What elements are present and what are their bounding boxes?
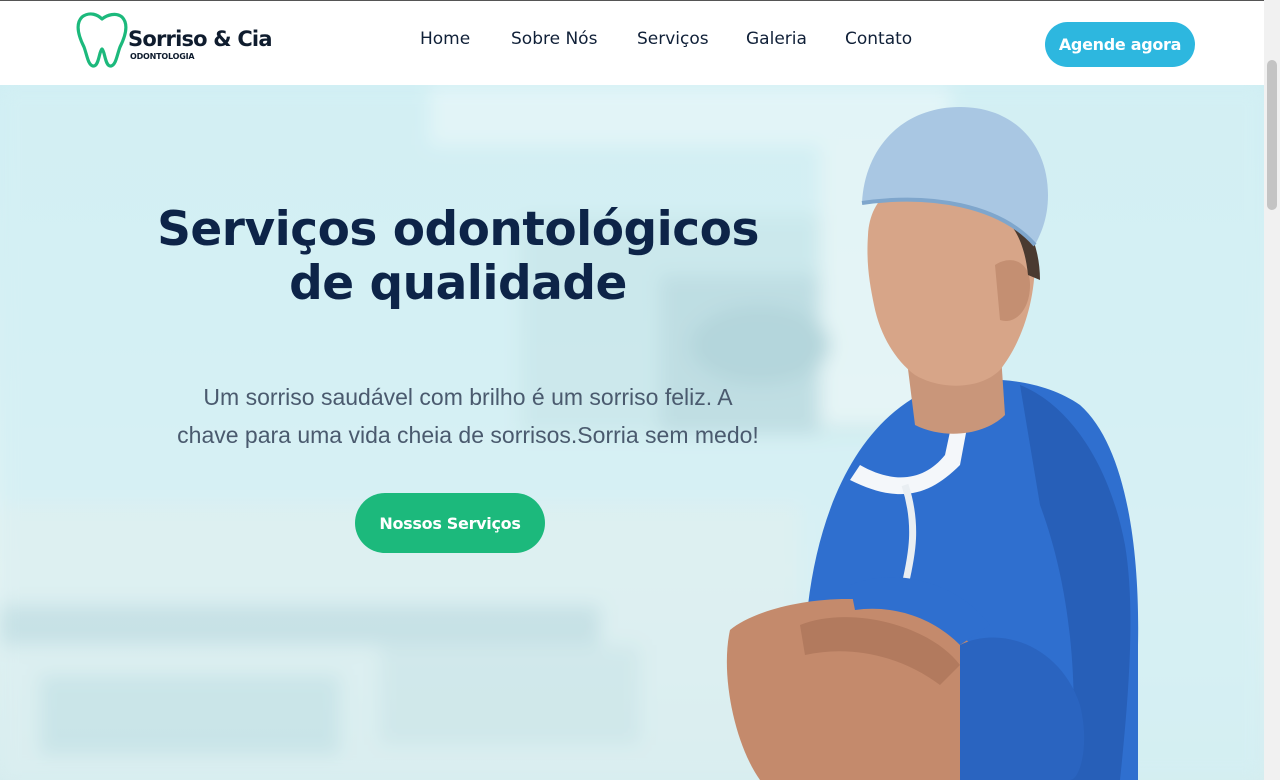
brand-name: Sorriso & Cia — [128, 27, 273, 51]
nav-servicos[interactable]: Serviços — [637, 29, 709, 49]
nav-contato[interactable]: Contato — [845, 29, 912, 49]
nav-home[interactable]: Home — [420, 29, 470, 49]
brand-logo[interactable]: Sorriso & Cia ODONTOLOGIA — [74, 11, 274, 69]
scrollbar-thumb[interactable] — [1267, 60, 1277, 210]
site-header: Sorriso & Cia ODONTOLOGIA Home Sobre Nós… — [0, 0, 1264, 85]
our-services-button[interactable]: Nossos Serviços — [355, 493, 545, 553]
hero-title-line2: de qualidade — [289, 256, 627, 311]
hero-title: Serviços odontológicos de qualidade — [100, 203, 816, 311]
page-scrollbar[interactable] — [1264, 0, 1280, 780]
hero-description: Um sorriso saudável com brilho é um sorr… — [120, 378, 816, 454]
brand-subtitle: ODONTOLOGIA — [130, 52, 195, 61]
hero-section: Serviços odontológicos de qualidade Um s… — [0, 85, 1264, 780]
tooth-logo-icon — [76, 12, 128, 68]
schedule-button[interactable]: Agende agora — [1045, 22, 1195, 67]
nav-sobre-nos[interactable]: Sobre Nós — [511, 29, 597, 49]
hero-text-line1: Um sorriso saudável com brilho é um sorr… — [203, 384, 733, 410]
hero-title-line1: Serviços odontológicos — [157, 202, 759, 257]
nav-galeria[interactable]: Galeria — [746, 29, 807, 49]
hero-text-line2: chave para uma vida cheia de sorrisos.So… — [177, 422, 759, 448]
